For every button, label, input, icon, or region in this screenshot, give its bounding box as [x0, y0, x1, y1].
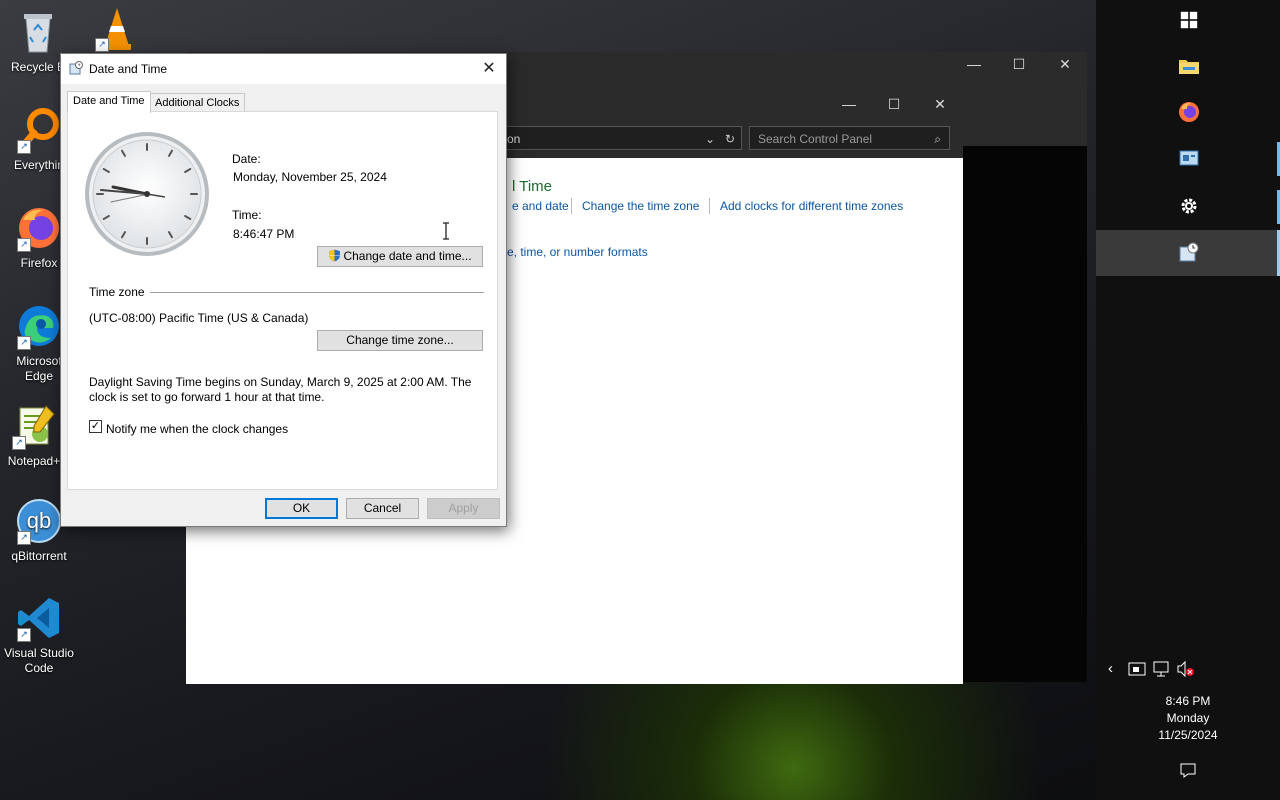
- desktop-icon-label: Visual Studio Code: [4, 646, 74, 675]
- minimize-button[interactable]: —: [959, 56, 989, 72]
- shortcut-arrow-icon: ↗: [12, 436, 26, 450]
- link-separator: [709, 198, 710, 214]
- cancel-button[interactable]: Cancel: [346, 498, 419, 519]
- tab-date-and-time[interactable]: Date and Time: [67, 91, 151, 113]
- link-set-time-and-date[interactable]: e and date: [512, 199, 569, 213]
- dialog-titlebar: Date and Time ✕: [61, 54, 506, 84]
- notify-label[interactable]: Notify me when the clock changes: [106, 422, 288, 436]
- shortcut-arrow-icon: ↗: [17, 531, 31, 545]
- vlc-icon: ↗: [93, 4, 141, 52]
- taskbar-file-explorer[interactable]: [1096, 44, 1280, 90]
- qbittorrent-icon: qb ↗: [15, 497, 63, 545]
- link-separator: [571, 198, 572, 214]
- desktop-icon-vlc[interactable]: ↗: [77, 4, 157, 56]
- clock-date: 11/25/2024: [1158, 728, 1218, 742]
- time-value: 8:46:47 PM: [233, 227, 295, 241]
- clock-day: Monday: [1166, 711, 1210, 725]
- firefox-icon: [1179, 102, 1199, 122]
- firefox-icon: ↗: [15, 204, 63, 252]
- taskbar-clock[interactable]: 8:46 PM Monday 11/25/2024: [1096, 693, 1280, 744]
- shortcut-arrow-icon: ↗: [17, 238, 31, 252]
- date-time-tab-panel: Date: Monday, November 25, 2024 Time: 8:…: [67, 111, 498, 490]
- address-field[interactable]: on ⌄ ↻: [496, 126, 742, 150]
- notify-checkbox[interactable]: ✓: [89, 420, 102, 433]
- dst-info-line2: clock is set to go forward 1 hour at tha…: [89, 390, 325, 404]
- apply-button[interactable]: Apply: [427, 498, 500, 519]
- close-button[interactable]: ✕: [925, 96, 955, 113]
- desktop-icon-label: qBittorrent: [11, 549, 67, 563]
- address-text: on: [507, 132, 521, 146]
- text-cursor-icon: [443, 222, 449, 240]
- maximize-button[interactable]: ☐: [879, 96, 909, 113]
- file-explorer-icon: [1179, 60, 1199, 74]
- change-date-time-button[interactable]: Change date and time...: [317, 246, 483, 267]
- clock-time: 8:46 PM: [1165, 694, 1211, 708]
- date-time-icon: [1179, 242, 1199, 262]
- category-heading: l Time: [512, 178, 553, 195]
- taskbar-firefox[interactable]: [1096, 90, 1280, 136]
- search-placeholder: Search Control Panel: [758, 132, 873, 146]
- edge-icon: ↗: [15, 302, 63, 350]
- time-zone-value: (UTC-08:00) Pacific Time (US & Canada): [89, 311, 309, 325]
- time-label: Time:: [232, 208, 262, 222]
- action-center-notification-icon[interactable]: [1179, 761, 1197, 782]
- date-label: Date:: [232, 152, 261, 166]
- taskbar-date-time[interactable]: [1096, 230, 1280, 276]
- control-panel-icon: [1179, 150, 1199, 166]
- shortcut-arrow-icon: ↗: [17, 336, 31, 350]
- desktop-icon-vscode[interactable]: ↗ Visual Studio Code: [0, 594, 79, 676]
- close-button[interactable]: ✕: [1050, 56, 1080, 73]
- date-value: Monday, November 25, 2024: [233, 170, 387, 184]
- volume-muted-icon[interactable]: [1176, 660, 1196, 681]
- notepad-plus-icon: ↗: [10, 402, 58, 450]
- shortcut-arrow-icon: ↗: [17, 628, 31, 642]
- everything-search-icon: ↗: [15, 106, 63, 154]
- maximize-button[interactable]: ☐: [1004, 56, 1034, 73]
- search-icon: ⌕: [934, 132, 941, 146]
- ok-button[interactable]: OK: [265, 498, 338, 519]
- chevron-down-icon[interactable]: ⌄: [705, 127, 715, 151]
- start-button[interactable]: [1096, 0, 1280, 46]
- change-time-zone-button[interactable]: Change time zone...: [317, 330, 483, 351]
- tray-app-icon[interactable]: [1128, 660, 1146, 681]
- taskbar-settings[interactable]: [1096, 184, 1280, 230]
- taskbar: ‹ 8:46 PM Monday 11/25/2024: [1096, 0, 1280, 800]
- analog-clock: [85, 132, 209, 256]
- link-region-formats[interactable]: e, time, or number formats: [507, 245, 648, 259]
- date-time-icon: [69, 61, 83, 75]
- network-icon[interactable]: [1152, 660, 1170, 681]
- time-zone-section-label: Time zone: [89, 285, 145, 299]
- windows-start-icon: [1180, 11, 1198, 29]
- close-button[interactable]: ✕: [478, 58, 500, 80]
- change-date-time-label: Change date and time...: [343, 249, 472, 263]
- svg-text:qb: qb: [27, 508, 51, 533]
- shortcut-arrow-icon: ↗: [95, 38, 109, 52]
- uac-shield-icon: [328, 249, 341, 268]
- tab-additional-clocks[interactable]: Additional Clocks: [149, 93, 246, 112]
- link-change-time-zone[interactable]: Change the time zone: [582, 199, 699, 213]
- shortcut-arrow-icon: ↗: [17, 140, 31, 154]
- taskbar-control-panel[interactable]: [1096, 136, 1280, 182]
- refresh-icon[interactable]: ↻: [725, 127, 735, 151]
- section-divider: [150, 292, 484, 293]
- recycle-bin-icon: [14, 8, 62, 56]
- dialog-title: Date and Time: [89, 62, 168, 76]
- background-window-dark-area: [963, 146, 1087, 682]
- link-add-clocks[interactable]: Add clocks for different time zones: [720, 199, 903, 213]
- search-input[interactable]: Search Control Panel ⌕: [749, 126, 950, 150]
- vscode-icon: ↗: [15, 594, 63, 642]
- settings-gear-icon: [1181, 198, 1197, 214]
- minimize-button[interactable]: —: [834, 96, 864, 112]
- date-time-dialog: Date and Time ✕ Date and Time Additional…: [60, 53, 507, 527]
- show-hidden-icons-chevron-icon[interactable]: ‹: [1108, 660, 1113, 677]
- dst-info-line1: Daylight Saving Time begins on Sunday, M…: [89, 375, 472, 389]
